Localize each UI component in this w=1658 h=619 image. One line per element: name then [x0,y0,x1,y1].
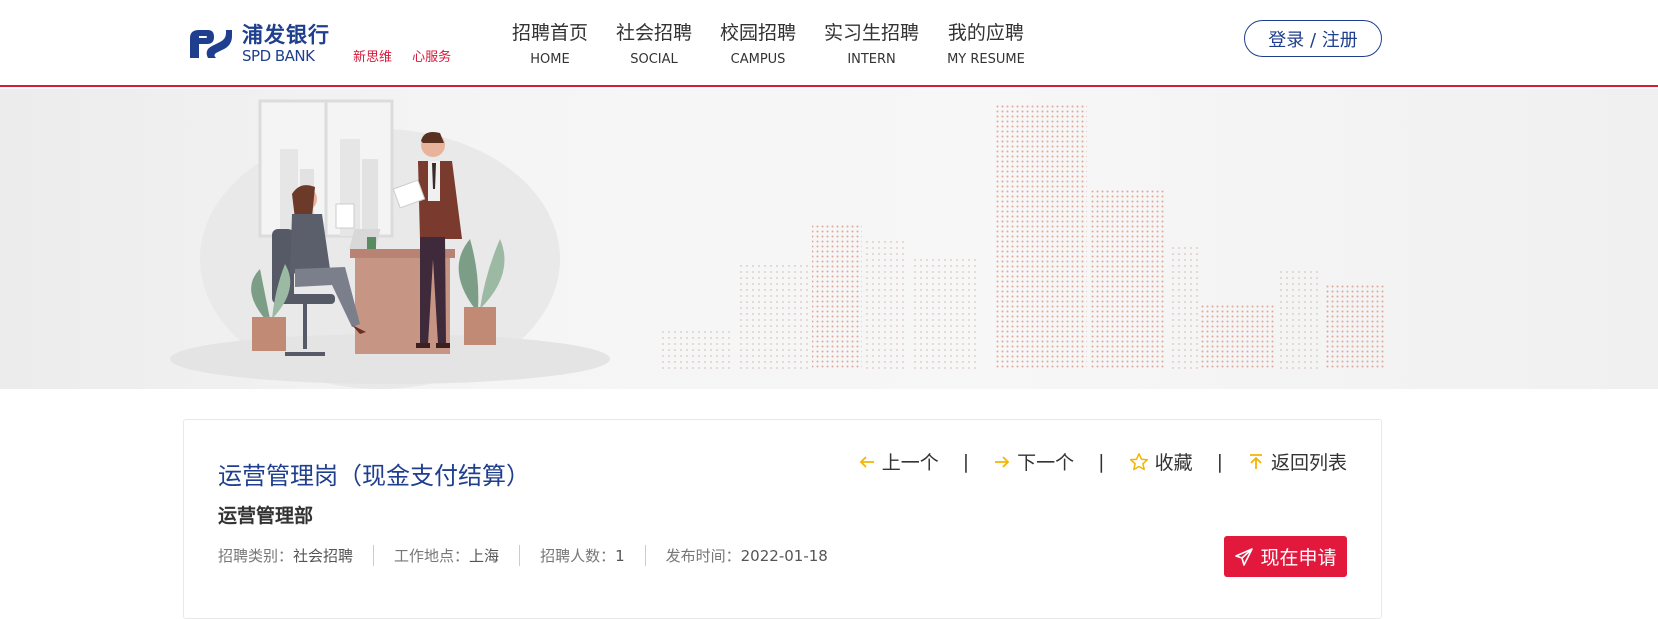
nav-item-home[interactable]: 招聘首页 HOME [512,18,588,67]
nav-item-campus[interactable]: 校园招聘 CAMPUS [720,18,796,67]
spd-bank-logo[interactable]: 浦发银行 SPD BANK [186,24,330,64]
brand-name-en: SPD BANK [242,46,315,65]
nav-label-en: HOME [530,52,570,67]
nav-label-en: CAMPUS [730,52,786,67]
nav-label-en: SOCIAL [630,52,678,67]
apply-now-label: 现在申请 [1260,547,1337,569]
back-to-list-button[interactable]: 返回列表 [1247,448,1347,475]
job-title: 运营管理岗（现金支付结算） [218,462,530,490]
arrow-left-icon [858,453,876,471]
main-nav: 招聘首页 HOME 社会招聘 SOCIAL 校园招聘 CAMPUS 实习生招聘 … [512,18,1053,67]
nav-label-cn: 实习生招聘 [824,22,920,44]
nav-label-cn: 校园招聘 [720,22,797,44]
city-skyline-decoration [660,104,1385,369]
nav-label-cn: 招聘首页 [512,22,589,44]
favorite-label: 收藏 [1154,452,1193,474]
meta-value: 社会招聘 [293,547,354,565]
back-to-list-label: 返回列表 [1270,452,1347,474]
meta-value: 2022-01-18 [740,547,828,565]
brand-name-cn: 浦发银行 [242,22,330,47]
star-icon [1129,452,1149,472]
favorite-button[interactable]: 收藏 [1129,448,1193,475]
action-separator: | [962,450,970,473]
meta-location: 工作地点：上海 [394,545,521,566]
job-department: 运营管理部 [218,505,314,527]
job-actions: 上一个 | 下一个 | 收藏 | 返回列表 [858,448,1347,475]
prev-job-button[interactable]: 上一个 [858,448,939,475]
slogan-part-2: 心服务 [412,50,452,65]
nav-label-en: MY RESUME [947,52,1025,67]
nav-label-cn: 社会招聘 [616,22,693,44]
spd-logo-icon [190,30,232,58]
hero-banner [0,89,1658,389]
arrow-up-icon [1247,453,1265,471]
apply-now-button[interactable]: 现在申请 [1224,536,1347,577]
brand-slogan: 新思维 心服务 [353,46,467,65]
meta-value: 上海 [469,547,500,565]
meta-headcount: 招聘人数：1 [540,545,646,566]
nav-label-en: INTERN [847,52,896,67]
office-illustration [170,99,1385,389]
logo-wordmark: 浦发银行 SPD BANK [242,22,330,65]
next-job-button[interactable]: 下一个 [993,448,1074,475]
next-job-label: 下一个 [1017,452,1075,474]
meta-publish-date: 发布时间：2022-01-18 [666,545,848,566]
meta-key: 招聘类别： [218,547,294,565]
meta-key: 发布时间： [665,547,741,565]
meta-category: 招聘类别：社会招聘 [218,545,375,566]
meta-value: 1 [615,547,625,565]
login-register-button[interactable]: 登录 / 注册 [1244,20,1382,57]
nav-item-social[interactable]: 社会招聘 SOCIAL [616,18,692,67]
nav-item-my-resume[interactable]: 我的应聘 MY RESUME [947,18,1025,67]
nav-item-intern[interactable]: 实习生招聘 INTERN [824,18,919,67]
nav-label-cn: 我的应聘 [947,22,1024,44]
meta-key: 招聘人数： [540,547,616,565]
arrow-right-icon [993,453,1011,471]
job-detail-card: 运营管理岗（现金支付结算） 运营管理部 招聘类别：社会招聘 工作地点：上海 招聘… [183,419,1382,619]
slogan-part-1: 新思维 [353,50,393,65]
paper-plane-icon [1234,547,1254,567]
site-header: 浦发银行 SPD BANK 新思维 心服务 招聘首页 HOME 社会招聘 SOC… [0,0,1658,87]
meta-key: 工作地点： [394,547,470,565]
job-meta: 招聘类别：社会招聘 工作地点：上海 招聘人数：1 发布时间：2022-01-18 [218,545,868,566]
action-separator: | [1216,450,1223,473]
action-separator: | [1098,450,1105,473]
prev-job-label: 上一个 [881,452,939,474]
